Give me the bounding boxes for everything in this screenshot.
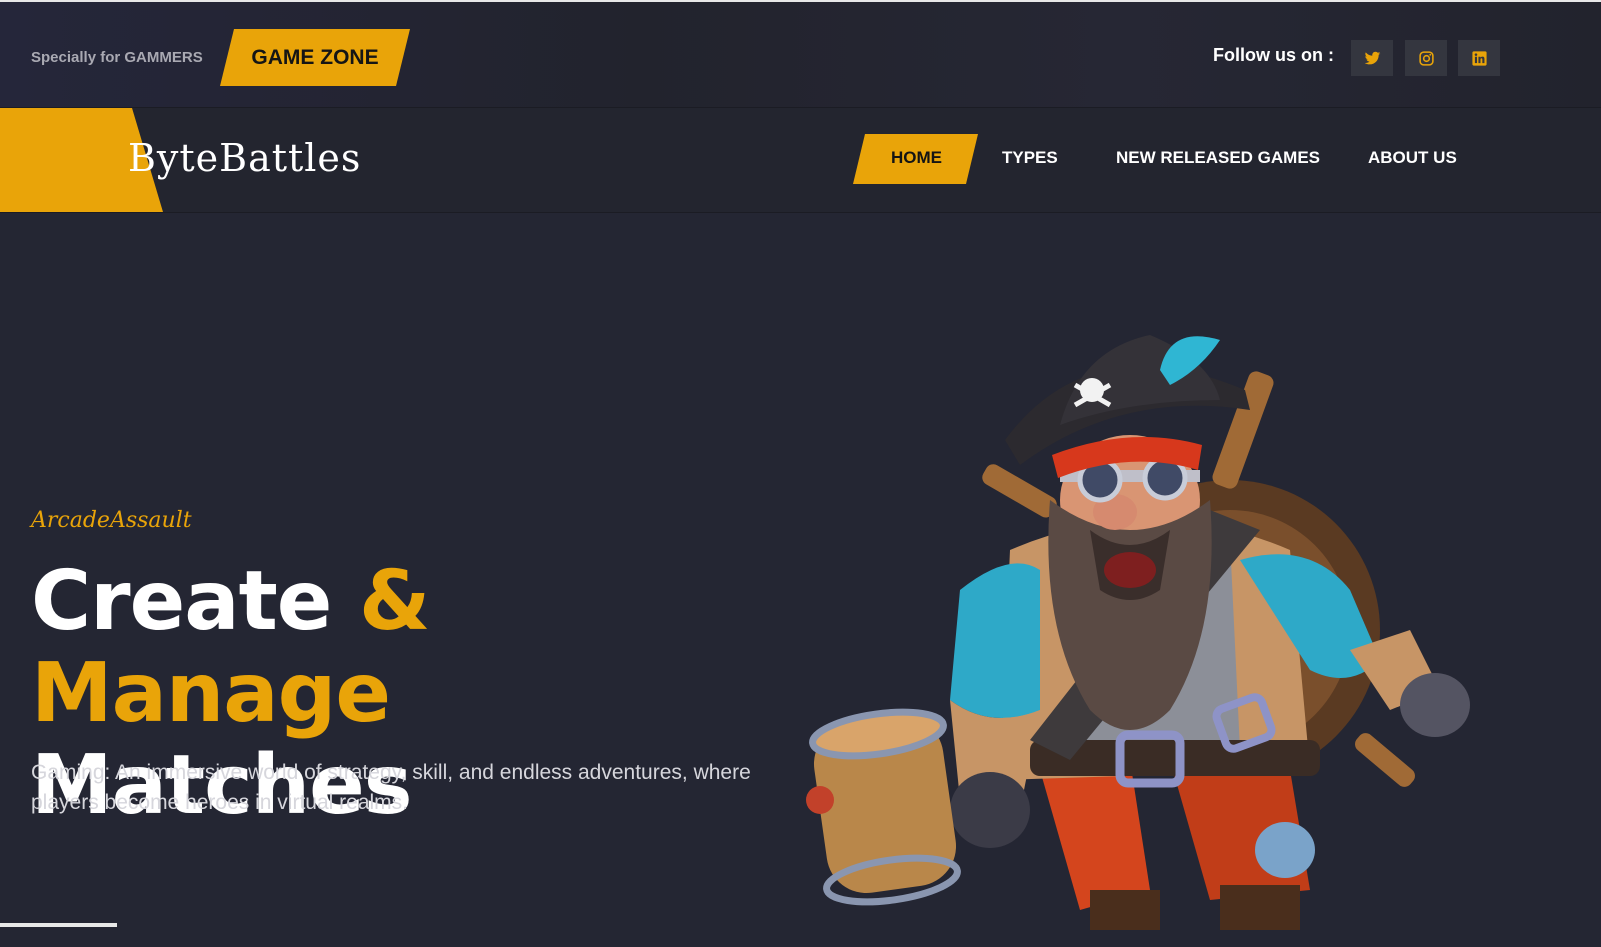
hero-description: Gaming: An immersive world of strategy, … <box>31 761 751 814</box>
instagram-icon <box>1418 50 1434 66</box>
hero-subtitle: ArcadeAssault <box>31 508 192 533</box>
site-logo[interactable]: ByteBattles <box>128 136 361 180</box>
hero-title-part1: Create <box>31 554 359 649</box>
linkedin-icon <box>1471 50 1487 66</box>
nav-new-released-games[interactable]: NEW RELEASED GAMES <box>1116 148 1320 168</box>
nav-types[interactable]: TYPES <box>1002 148 1058 168</box>
tagline: Specially for GAMMERS <box>31 49 203 66</box>
twitter-button[interactable] <box>1351 40 1393 76</box>
twitter-icon <box>1364 51 1380 64</box>
linkedin-button[interactable] <box>1458 40 1500 76</box>
main-nav: ByteBattles HOME TYPES NEW RELEASED GAME… <box>0 108 1601 213</box>
pirate-character-image <box>806 335 1470 930</box>
scroll-indicator <box>0 923 117 927</box>
nav-home[interactable]: HOME <box>891 148 942 168</box>
game-zone-badge[interactable]: GAME ZONE <box>220 29 410 86</box>
top-bar: Specially for GAMMERS GAME ZONE Follow u… <box>0 0 1601 108</box>
instagram-button[interactable] <box>1405 40 1447 76</box>
follow-label: Follow us on : <box>1213 45 1334 65</box>
nav-about-us[interactable]: ABOUT US <box>1368 148 1457 168</box>
